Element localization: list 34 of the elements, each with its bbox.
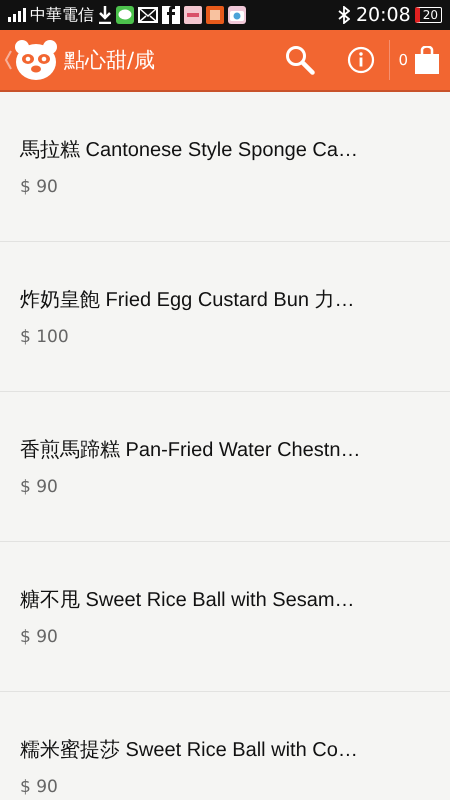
dish-price: $ 90 [20, 177, 59, 197]
app-icon [206, 6, 224, 24]
signal-icon [8, 8, 26, 22]
info-icon[interactable] [347, 46, 376, 74]
dish-price: $ 90 [20, 627, 59, 647]
chat-app-icon [116, 6, 134, 24]
carrier-name: 中華電信 [30, 4, 94, 26]
menu-item[interactable]: 香煎馬蹄糕 Pan-Fried Water Chestn… $ 90 [0, 392, 450, 542]
dish-price: $ 100 [20, 327, 70, 347]
social-app-icon [162, 6, 180, 24]
panda-logo-icon [14, 38, 58, 82]
back-button[interactable] [4, 38, 58, 82]
download-icon [98, 6, 112, 24]
dish-name: 香煎馬蹄糕 Pan-Fried Water Chestn… [20, 438, 362, 463]
screen-title: 點心甜/咸 [64, 47, 156, 74]
menu-item[interactable]: 馬拉糕 Cantonese Style Sponge Ca… $ 90 [0, 92, 450, 242]
mail-icon [138, 7, 158, 23]
menu-item[interactable]: 糯米蜜提莎 Sweet Rice Ball with Co… $ 90 [0, 692, 450, 797]
menu-item[interactable]: 糖不甩 Sweet Rice Ball with Sesam… $ 90 [0, 542, 450, 692]
battery-level: 20 [414, 7, 442, 23]
dish-name: 炸奶皇飽 Fried Egg Custard Bun 力… [20, 288, 356, 313]
dish-price: $ 90 [20, 777, 59, 797]
menu-item[interactable]: 炸奶皇飽 Fried Egg Custard Bun 力… $ 100 [0, 242, 450, 392]
bluetooth-icon [338, 6, 350, 24]
search-icon[interactable] [285, 45, 316, 75]
dish-name: 馬拉糕 Cantonese Style Sponge Ca… [20, 138, 359, 163]
app-icon [184, 6, 202, 24]
dish-name: 糖不甩 Sweet Rice Ball with Sesam… [20, 588, 356, 613]
camera-icon [228, 6, 246, 24]
clock-time: 20:08 [356, 4, 411, 26]
shopping-bag-icon [414, 46, 440, 74]
dish-name: 糯米蜜提莎 Sweet Rice Ball with Co… [20, 738, 359, 763]
back-chevron-icon [4, 50, 12, 70]
dish-price: $ 90 [20, 477, 59, 497]
